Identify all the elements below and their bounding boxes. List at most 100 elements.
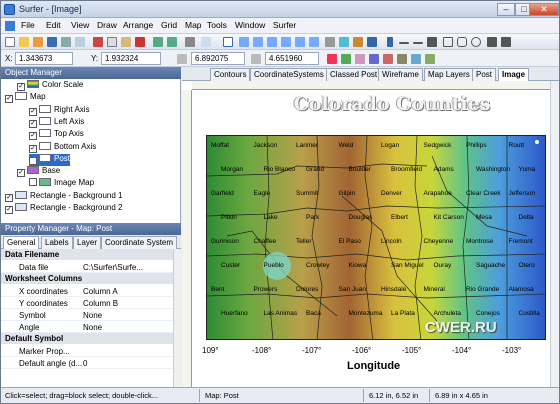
property-value[interactable]: 0	[83, 359, 87, 368]
tree-item[interactable]: ✓ Top Axis	[29, 129, 84, 141]
delete-icon[interactable]	[135, 37, 145, 47]
checkbox-checked-icon[interactable]: ✓	[29, 144, 37, 153]
new-document-icon[interactable]	[5, 37, 15, 47]
checkbox-checked-icon[interactable]: ✓	[17, 169, 25, 178]
undo-icon[interactable]	[153, 37, 163, 47]
property-row[interactable]: Default angle (d... 0	[1, 357, 173, 369]
menu-edit[interactable]: Edit	[46, 20, 61, 30]
menu-arrange[interactable]: Arrange	[123, 20, 153, 30]
property-row[interactable]: X coordinates Column A	[1, 285, 173, 297]
tab-labels[interactable]: Labels	[41, 236, 73, 249]
colorado-map[interactable]: Moffat Jackson Larimer Weld Logan Sedgwick Phi…	[206, 135, 546, 340]
menu-draw[interactable]: Draw	[97, 20, 117, 30]
color-scale-icon[interactable]	[327, 54, 337, 64]
zoom-rectangle-icon[interactable]	[267, 37, 277, 47]
wireframe-icon[interactable]	[397, 54, 407, 64]
checkbox-checked-icon[interactable]: ✓	[5, 193, 13, 202]
help-icon[interactable]	[185, 37, 195, 47]
x-coordinate-field[interactable]: 1.343673	[15, 52, 73, 65]
checkbox-checked-icon[interactable]: ✓	[29, 132, 37, 141]
spline-icon[interactable]	[487, 37, 497, 47]
polyline-icon[interactable]	[413, 42, 423, 44]
text-icon[interactable]	[387, 37, 393, 47]
menu-map[interactable]: Map	[185, 20, 202, 30]
property-section-header[interactable]: Worksheet Columns	[1, 273, 173, 284]
menu-surfer[interactable]: Surfer	[273, 20, 296, 30]
select-arrow-icon[interactable]	[223, 37, 233, 47]
rounded-rectangle-icon[interactable]	[457, 37, 467, 47]
width-field[interactable]: 6.892075	[191, 52, 245, 65]
doc-tab[interactable]: Post	[472, 68, 497, 81]
menu-grid[interactable]: Grid	[161, 20, 177, 30]
property-row[interactable]: Marker Prop...	[1, 345, 173, 357]
property-value[interactable]: None	[83, 323, 102, 332]
print-preview-icon[interactable]	[75, 37, 85, 47]
doc-tab[interactable]: CoordinateSystems	[250, 68, 328, 81]
tree-item[interactable]: ✓ Map	[5, 92, 46, 104]
tree-item[interactable]: Image Map	[29, 178, 94, 190]
zoom-out-icon[interactable]	[253, 37, 263, 47]
rectangle-icon[interactable]	[443, 37, 453, 47]
contour-map-icon[interactable]	[353, 37, 363, 47]
ellipse-icon[interactable]	[471, 37, 481, 47]
doc-tab[interactable]: Classed Post	[326, 68, 382, 81]
property-value[interactable]: None	[83, 311, 102, 320]
property-section-header[interactable]: Default Symbol	[1, 333, 173, 344]
tab-layer[interactable]: Layer	[73, 236, 102, 249]
save-icon[interactable]	[47, 37, 57, 47]
copy-icon[interactable]	[107, 37, 117, 47]
doc-tab[interactable]: Wireframe	[378, 68, 423, 81]
menu-window[interactable]: Window	[235, 20, 265, 30]
checkbox-checked-icon[interactable]: ✓	[29, 119, 37, 128]
property-row[interactable]: Y coordinates Column B	[1, 297, 173, 309]
checkbox-empty-icon[interactable]	[29, 178, 37, 187]
checkbox-checked-icon[interactable]: ✓	[29, 156, 37, 165]
tree-item[interactable]: ✓ Base	[17, 166, 60, 178]
property-row[interactable]: Symbol None	[1, 309, 173, 321]
menu-app-icon[interactable]	[5, 21, 15, 31]
property-section-header[interactable]: Data Filename	[1, 249, 173, 260]
paste-icon[interactable]	[121, 37, 131, 47]
redo-icon[interactable]	[167, 37, 177, 47]
property-scrollbar[interactable]	[173, 249, 181, 387]
print-icon[interactable]	[61, 37, 71, 47]
redraw-icon[interactable]	[339, 37, 349, 47]
zoom-extents-icon[interactable]	[295, 37, 305, 47]
property-row[interactable]: Angle None	[1, 321, 173, 333]
cut-icon[interactable]	[93, 37, 103, 47]
doc-tab[interactable]: Contours	[210, 68, 251, 81]
reshape-icon[interactable]	[501, 37, 511, 47]
doc-tab[interactable]: Image	[498, 68, 530, 81]
tree-item[interactable]: ✓ Right Axis	[29, 104, 90, 117]
pan-icon[interactable]	[325, 37, 335, 47]
menu-file[interactable]: File	[21, 20, 35, 30]
property-value[interactable]: C:\Surfer\Surfe...	[83, 263, 143, 272]
property-row[interactable]: Data file C:\Surfer\Surfe...	[1, 261, 173, 273]
property-value[interactable]: Column B	[83, 299, 118, 308]
checkbox-checked-icon[interactable]: ✓	[5, 95, 13, 104]
close-button[interactable]: ✕	[529, 3, 559, 16]
menu-view[interactable]: View	[71, 20, 89, 30]
zoom-selected-icon[interactable]	[309, 37, 319, 47]
grid-icon[interactable]	[201, 37, 211, 47]
tree-item[interactable]: ✓ Rectangle - Background 2	[5, 203, 123, 215]
polygon-icon[interactable]	[399, 42, 409, 44]
tree-item[interactable]: ✓ Color Scale	[17, 80, 83, 92]
surface-icon[interactable]	[411, 54, 421, 64]
zoom-in-icon[interactable]	[239, 37, 249, 47]
checkbox-checked-icon[interactable]: ✓	[17, 83, 25, 91]
symbol-icon[interactable]	[427, 37, 437, 47]
tree-item[interactable]: ✓ Left Axis	[29, 116, 84, 129]
open-folder-icon[interactable]	[19, 37, 29, 47]
menu-tools[interactable]: Tools	[207, 20, 227, 30]
vector-map-icon[interactable]	[369, 54, 379, 64]
tab-coordinate-system[interactable]: Coordinate System	[101, 236, 178, 249]
checkbox-checked-icon[interactable]: ✓	[5, 206, 13, 214]
tree-item[interactable]: ✓ Post	[29, 153, 71, 166]
tree-item[interactable]: ✓ Rectangle - Background 1	[5, 190, 123, 203]
doc-tab[interactable]: Map Layers	[424, 68, 474, 81]
image-map-icon[interactable]	[341, 54, 351, 64]
tab-general[interactable]: General	[3, 236, 40, 249]
document-vertical-scrollbar[interactable]	[550, 81, 559, 387]
base-map-icon[interactable]	[367, 37, 377, 47]
